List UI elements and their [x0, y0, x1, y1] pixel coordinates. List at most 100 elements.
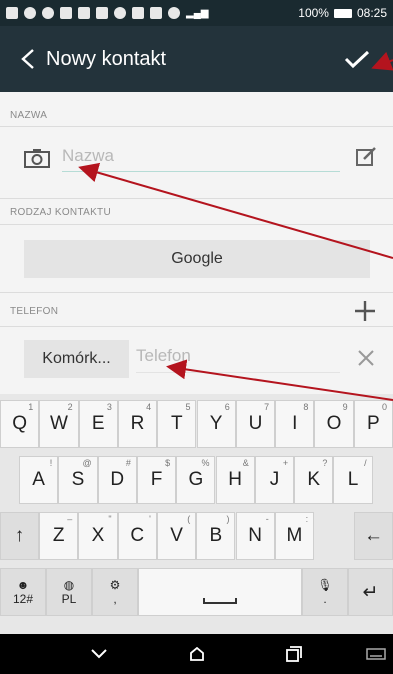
divider	[0, 126, 393, 127]
shift-key[interactable]: ↑	[0, 512, 39, 560]
key-hint-label: &	[242, 458, 249, 468]
key-w[interactable]: 2W	[39, 400, 79, 448]
save-button[interactable]	[335, 26, 379, 92]
message-icon	[6, 7, 18, 19]
key-s[interactable]: @ S	[58, 456, 98, 504]
language-key[interactable]: ◍ PL	[46, 568, 92, 616]
key-d[interactable]: # D	[97, 456, 137, 504]
account-select-button[interactable]: Google	[24, 240, 370, 278]
key-l[interactable]: / L	[333, 456, 373, 504]
key-label: K	[307, 469, 321, 490]
camera-icon	[24, 149, 50, 168]
key-j[interactable]: + J	[254, 456, 295, 504]
key-o[interactable]: 9O	[314, 400, 354, 448]
key-hint-label: @	[82, 458, 92, 468]
key-label: X	[91, 525, 105, 546]
add-phone-button[interactable]	[354, 300, 376, 327]
key-label: ←	[364, 525, 383, 546]
key-hint-label: :	[305, 514, 309, 524]
key-hint-label: /	[364, 458, 367, 468]
key-v[interactable]: (V	[156, 512, 197, 560]
nfc-icon	[132, 7, 144, 19]
key-h[interactable]: & H	[215, 456, 255, 504]
key-hint-label: 6	[224, 402, 230, 412]
alarm-icon	[150, 7, 162, 19]
chevron-left-icon	[21, 49, 34, 69]
key-t[interactable]: 5T	[157, 400, 197, 448]
clock: 08:25	[356, 6, 387, 20]
edit-icon	[356, 147, 376, 166]
key-z[interactable]: – Z	[39, 512, 79, 560]
key-label: R	[130, 413, 145, 434]
key-i[interactable]: 8I	[275, 400, 315, 448]
key-hint-label: )	[226, 514, 230, 524]
action-bar: Nowy kontakt	[0, 26, 393, 92]
phone-type-select[interactable]: Komórk...	[24, 340, 129, 378]
key-label: Y	[209, 413, 223, 434]
microphone-key[interactable]: 🎙︎.	[302, 568, 348, 616]
key-q[interactable]: 1Q	[0, 400, 40, 448]
key-label: J	[269, 469, 280, 490]
emoji-icon: ☻	[16, 578, 30, 592]
remove-phone-button[interactable]	[357, 349, 375, 372]
key-hint-label: –	[67, 514, 73, 524]
back-button[interactable]	[10, 26, 46, 92]
navigation-bar	[0, 634, 393, 674]
key-label: ↑	[14, 525, 25, 546]
key-m[interactable]: :M	[274, 512, 315, 560]
key-c[interactable]: ' C	[117, 512, 157, 560]
phone-input[interactable]: Telefon	[136, 343, 340, 373]
backspace-key[interactable]: ←	[354, 512, 393, 560]
section-label-name: NAZWA	[10, 110, 48, 121]
key-hint-label: 0	[381, 402, 387, 412]
enter-key[interactable]: ↵	[348, 568, 393, 616]
battery-icon	[333, 8, 352, 18]
close-icon	[358, 350, 374, 366]
key-hint-label: $	[165, 458, 171, 468]
key-label: T	[171, 413, 183, 434]
key-hint-label: +	[282, 458, 289, 468]
key-k[interactable]: ? K	[294, 456, 334, 504]
key-u[interactable]: 7U	[235, 400, 276, 448]
key-label: O	[326, 413, 342, 434]
key-hint-label: 3	[106, 402, 112, 412]
plus-icon	[355, 301, 375, 321]
space-bar[interactable]	[138, 568, 302, 616]
key-hint-label: 4	[146, 402, 152, 412]
settings-key-label: ⚙,	[109, 578, 121, 606]
gear-icon: ⚙	[109, 578, 121, 592]
key-hint-label: !	[49, 458, 53, 468]
photo-button[interactable]	[24, 148, 50, 173]
divider	[0, 292, 393, 293]
gallery-icon	[96, 7, 108, 19]
key-p[interactable]: 0P	[353, 400, 393, 448]
signal-icon: ▂▄▆	[186, 7, 209, 19]
home-button[interactable]	[177, 640, 217, 668]
key-b[interactable]: ) B	[196, 512, 236, 560]
key-label: N	[248, 525, 263, 546]
key-label: E	[91, 413, 105, 434]
key-label: F	[150, 469, 163, 490]
key-label: U	[248, 413, 263, 434]
settings-key[interactable]: ⚙,	[92, 568, 138, 616]
key-x[interactable]: " X	[78, 512, 118, 560]
divider	[0, 326, 393, 327]
key-label: W	[49, 413, 68, 434]
edit-name-button[interactable]	[355, 146, 377, 173]
key-label: M	[286, 525, 303, 546]
back-nav-button[interactable]	[79, 640, 119, 668]
key-a[interactable]: ! A	[19, 456, 59, 504]
key-e[interactable]: 3E	[78, 400, 118, 448]
keyboard-switch-button[interactable]	[356, 640, 393, 668]
key-g[interactable]: % G	[176, 456, 216, 504]
key-y[interactable]: 6Y	[196, 400, 236, 448]
key-n[interactable]: -N	[235, 512, 275, 560]
key-f[interactable]: $ F	[136, 456, 177, 504]
bluetooth-icon	[114, 7, 126, 19]
recent-apps-button[interactable]	[274, 640, 314, 668]
key-label: Q	[12, 413, 28, 434]
space-icon	[203, 598, 237, 604]
name-input[interactable]: Nazwa	[62, 142, 340, 172]
key-r[interactable]: 4R	[117, 400, 158, 448]
symbols-key[interactable]: ☻ 12#	[0, 568, 46, 616]
